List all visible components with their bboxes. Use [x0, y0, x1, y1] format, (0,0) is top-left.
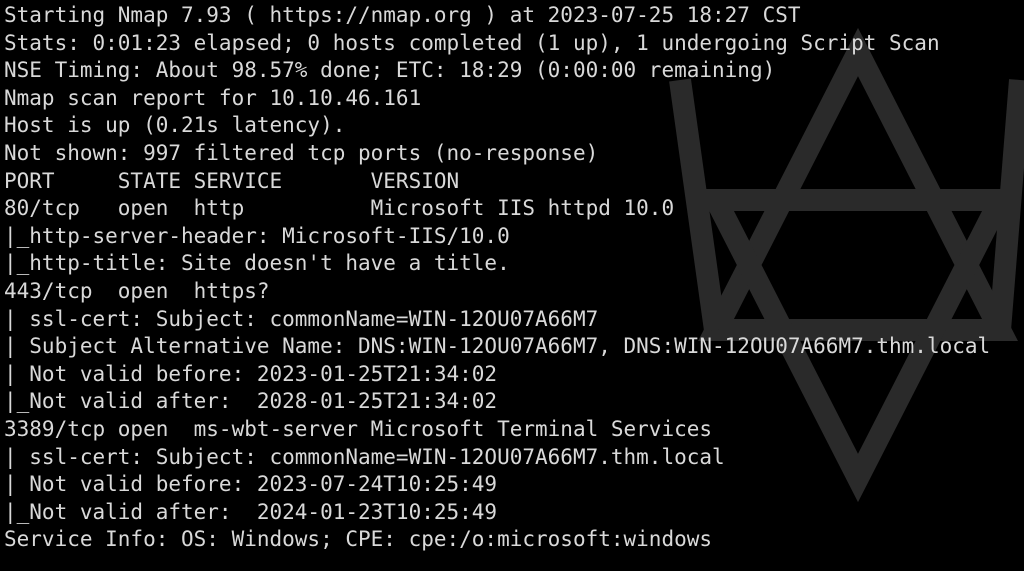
terminal-line: |_Not valid after: 2028-01-25T21:34:02 [4, 389, 498, 414]
terminal-line: 443/tcp open https? [4, 278, 270, 303]
terminal-line: NSE Timing: About 98.57% done; ETC: 18:2… [4, 58, 776, 83]
terminal-line: |_http-title: Site doesn't have a title. [4, 251, 510, 276]
terminal-window[interactable]: Starting Nmap 7.93 ( https://nmap.org ) … [0, 0, 1024, 571]
terminal-line: 3389/tcp open ms-wbt-server Microsoft Te… [4, 416, 713, 441]
terminal-line: PORT STATE SERVICE VERSION [4, 168, 460, 193]
terminal-line: | ssl-cert: Subject: commonName=WIN-12OU… [4, 306, 599, 331]
terminal-line: Host is up (0.21s latency). [4, 113, 346, 138]
terminal-line: |_http-server-header: Microsoft-IIS/10.0 [4, 223, 510, 248]
terminal-line: | ssl-cert: Subject: commonName=WIN-12OU… [4, 444, 725, 469]
terminal-line: Starting Nmap 7.93 ( https://nmap.org ) … [4, 3, 801, 27]
terminal-line: 80/tcp open http Microsoft IIS httpd 10.… [4, 196, 675, 221]
terminal-line: Nmap scan report for 10.10.46.161 [4, 85, 422, 110]
terminal-line: |_Not valid after: 2024-01-23T10:25:49 [4, 499, 498, 524]
terminal-line: Service Info: OS: Windows; CPE: cpe:/o:m… [4, 527, 713, 552]
terminal-line: | Not valid before: 2023-01-25T21:34:02 [4, 361, 498, 386]
terminal-line: | Not valid before: 2023-07-24T10:25:49 [4, 472, 498, 497]
terminal-line: Not shown: 997 filtered tcp ports (no-re… [4, 140, 599, 165]
terminal-line: Stats: 0:01:23 elapsed; 0 hosts complete… [4, 30, 940, 55]
terminal-line: | Subject Alternative Name: DNS:WIN-12OU… [4, 334, 991, 359]
terminal-output: Starting Nmap 7.93 ( https://nmap.org ) … [4, 2, 990, 554]
